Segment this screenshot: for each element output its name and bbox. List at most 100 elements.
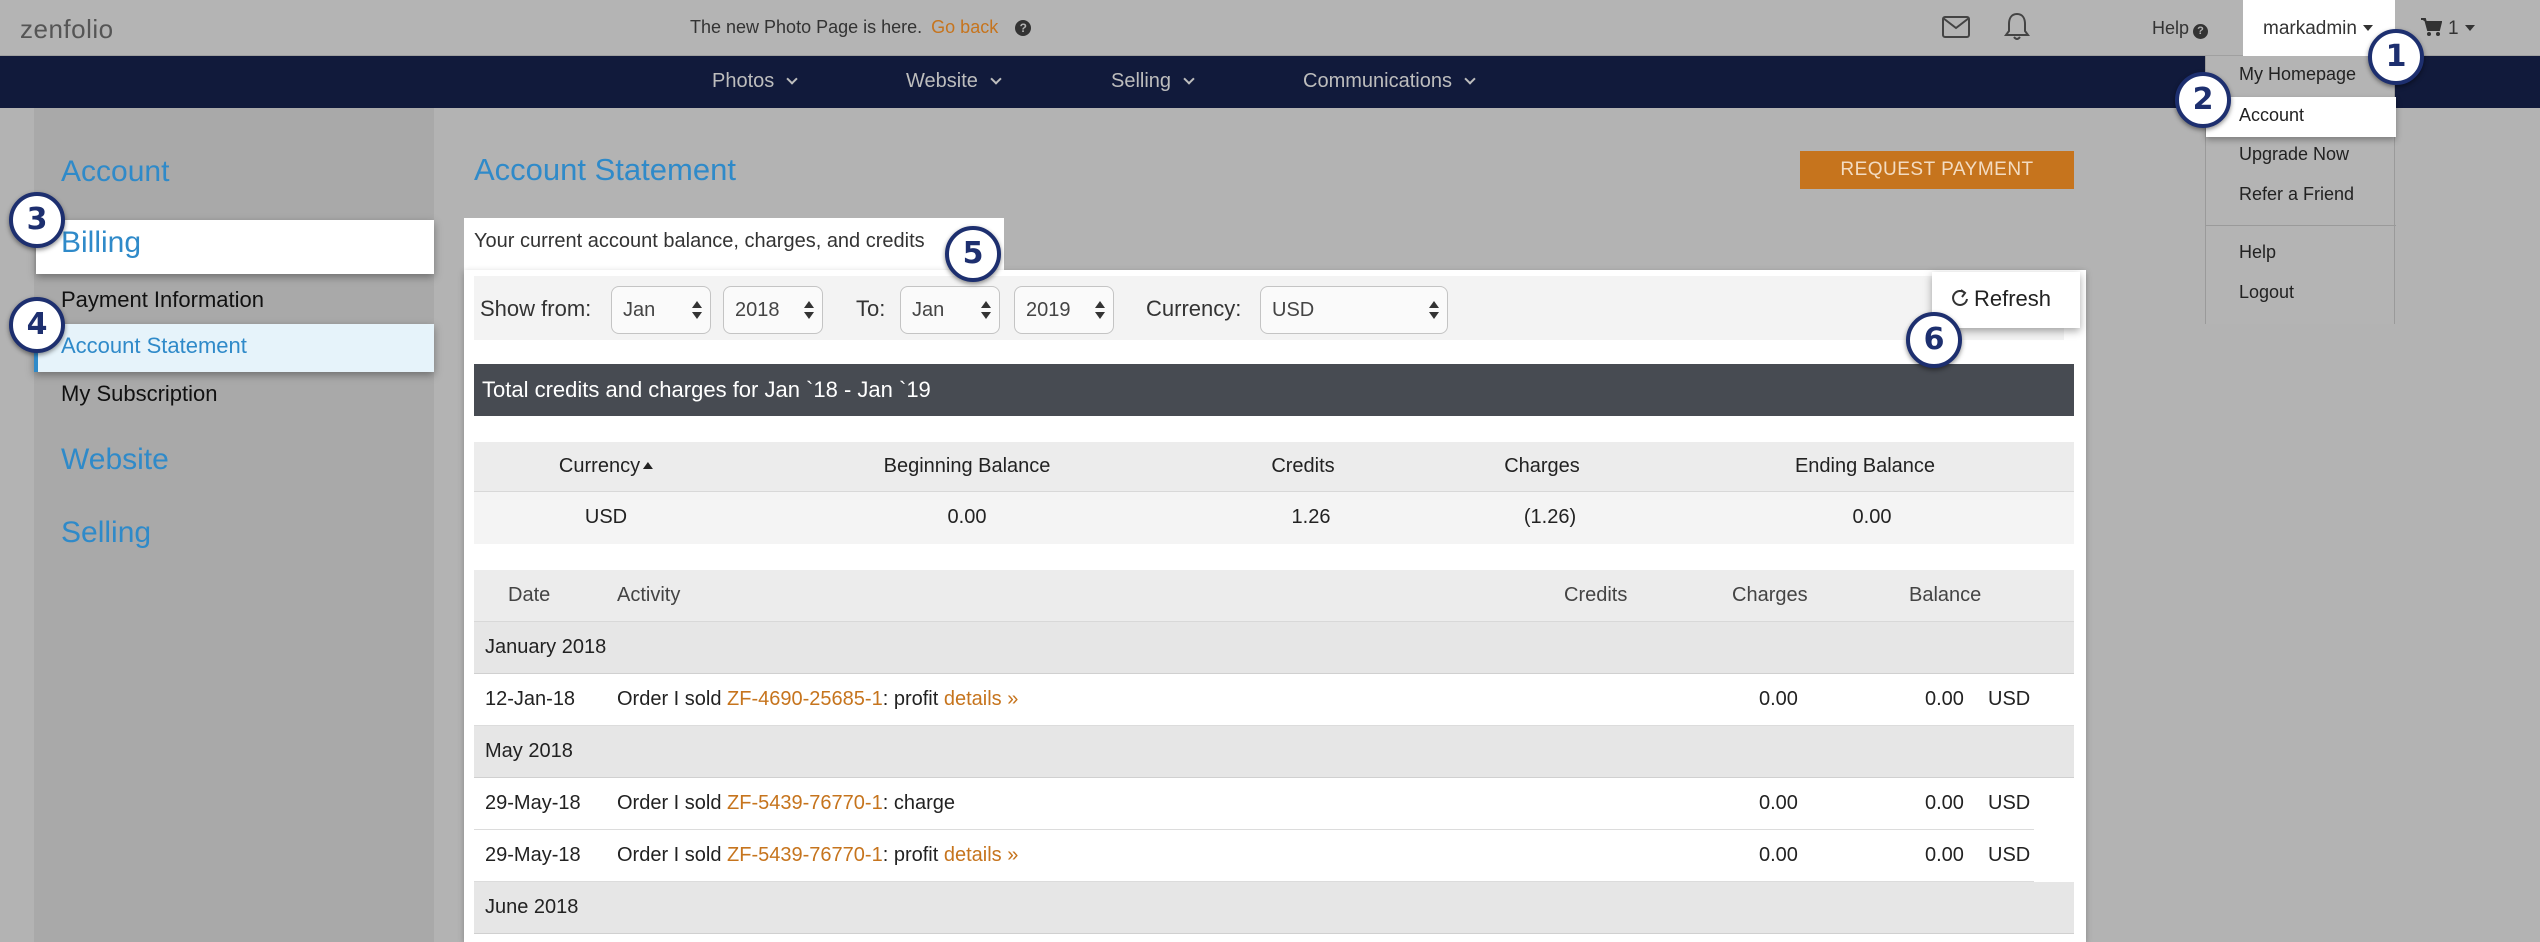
- chevron-down-icon: [786, 73, 798, 85]
- summary-row: USD 0.00 1.26 (1.26) 0.00: [474, 492, 2074, 544]
- row-date: 29-May-18: [485, 844, 581, 866]
- filter-row: Show from: Jan 2018 To: Jan 2019 Currenc…: [474, 276, 2064, 340]
- caret-down-icon: [2362, 25, 2373, 31]
- activity-table-header: Date Activity Credits Charges Balance: [474, 570, 2074, 622]
- top-bar: zenfolio The new Photo Page is here. Go …: [0, 0, 2540, 56]
- table-row: 29-May-18 Order I sold ZF-5439-76770-1: …: [474, 830, 2034, 882]
- step-callout-6: 6: [1906, 312, 1962, 368]
- step-callout-4: 4: [9, 297, 65, 353]
- step-callout-3: 3: [9, 192, 65, 248]
- menu-item-upgrade-now[interactable]: Upgrade Now: [2239, 144, 2349, 165]
- summary-charges: (1.26): [1523, 506, 1577, 528]
- step-callout-1: 1: [2368, 29, 2424, 85]
- sidebar-section-billing[interactable]: Billing: [61, 226, 141, 260]
- to-label: To:: [856, 296, 886, 321]
- menu-item-refer-a-friend[interactable]: Refer a Friend: [2239, 184, 2354, 205]
- row-currency: USD: [1988, 792, 2031, 814]
- summary-beginning-balance: 0.00: [947, 506, 987, 528]
- sidebar-item-my-subscription[interactable]: My Subscription: [61, 381, 218, 407]
- username: markadmin: [2263, 18, 2357, 39]
- month-label: January 2018: [485, 636, 607, 658]
- account-sidebar: Account Billing Payment Information Acco…: [34, 108, 434, 942]
- menu-item-account[interactable]: Account: [2239, 105, 2304, 126]
- column-header-charges: Charges: [1732, 584, 1808, 606]
- summary-currency: USD: [584, 506, 628, 528]
- order-link[interactable]: ZF-5439-76770-1: [727, 792, 883, 814]
- cart-icon: [2421, 18, 2443, 36]
- column-header-balance: Balance: [1909, 584, 1982, 606]
- select-arrows-icon: [1429, 299, 1439, 321]
- menu-item-logout[interactable]: Logout: [2239, 282, 2294, 303]
- month-group-row: June 2018: [474, 882, 2074, 934]
- show-from-label: Show from:: [480, 296, 592, 321]
- sidebar-section-website[interactable]: Website: [61, 443, 169, 477]
- month-label: June 2018: [485, 896, 579, 918]
- column-header-activity: Activity: [617, 584, 681, 606]
- details-link[interactable]: details »: [944, 688, 1019, 710]
- summary-ending-balance: 0.00: [1852, 506, 1892, 528]
- row-balance: 0.00: [1925, 844, 1964, 866]
- bell-icon[interactable]: [2004, 12, 2030, 42]
- currency-select[interactable]: USD: [1260, 286, 1448, 334]
- menu-item-my-homepage[interactable]: My Homepage: [2239, 64, 2356, 85]
- sidebar-section-account[interactable]: Account: [61, 155, 169, 189]
- column-header-credits: Credits: [1564, 584, 1628, 606]
- from-month-select[interactable]: Jan: [611, 286, 711, 334]
- step-callout-2: 2: [2175, 72, 2231, 128]
- nav-photos[interactable]: Photos: [712, 70, 798, 93]
- sidebar-section-selling[interactable]: Selling: [61, 516, 151, 550]
- step-callout-5: 5: [945, 226, 1001, 282]
- help-link[interactable]: Help?: [2152, 18, 2209, 39]
- month-group-row: January 2018: [474, 622, 2074, 674]
- select-arrows-icon: [981, 299, 991, 321]
- row-charges: 0.00: [1759, 844, 1798, 866]
- order-link[interactable]: ZF-5439-76770-1: [727, 844, 883, 866]
- row-charges: 0.00: [1759, 688, 1798, 710]
- chevron-down-icon: [1183, 73, 1195, 85]
- announcement-banner: The new Photo Page is here. Go back ?: [690, 17, 1032, 38]
- nav-communications[interactable]: Communications: [1303, 70, 1476, 93]
- row-activity: Order I sold ZF-5439-76770-1: profit det…: [617, 844, 1019, 866]
- to-month-select[interactable]: Jan: [900, 286, 1000, 334]
- menu-divider: [2206, 225, 2396, 226]
- chevron-down-icon: [990, 73, 1002, 85]
- sort-asc-icon: [643, 462, 654, 469]
- row-date: 29-May-18: [485, 792, 581, 814]
- select-arrows-icon: [692, 299, 702, 321]
- order-link[interactable]: ZF-4690-25685-1: [727, 688, 883, 710]
- row-balance: 0.00: [1925, 688, 1964, 710]
- request-payment-button[interactable]: REQUEST PAYMENT: [1800, 151, 2074, 189]
- details-link[interactable]: details »: [944, 844, 1019, 866]
- currency-label: Currency:: [1146, 296, 1242, 321]
- question-icon[interactable]: ?: [1015, 20, 1032, 36]
- table-row: 12-Jan-18 Order I sold ZF-4690-25685-1: …: [474, 674, 2074, 726]
- zenfolio-logo[interactable]: zenfolio: [20, 14, 114, 45]
- page-title: Account Statement: [474, 152, 736, 187]
- nav-selling[interactable]: Selling: [1111, 70, 1195, 93]
- go-back-link[interactable]: Go back: [931, 17, 998, 37]
- statement-panel: Show from: Jan 2018 To: Jan 2019 Currenc…: [464, 270, 2086, 942]
- menu-item-help[interactable]: Help: [2239, 242, 2276, 263]
- row-currency: USD: [1988, 844, 2031, 866]
- cart-button[interactable]: 1: [2420, 17, 2475, 40]
- month-label: May 2018: [485, 740, 573, 762]
- from-year-select[interactable]: 2018: [723, 286, 823, 334]
- mail-icon[interactable]: [1942, 16, 1970, 38]
- nav-website[interactable]: Website: [906, 70, 1002, 93]
- chevron-down-icon: [1464, 73, 1476, 85]
- sidebar-item-account-statement[interactable]: Account Statement: [61, 333, 247, 359]
- user-dropdown-menu: My Homepage Account Upgrade Now Refer a …: [2205, 56, 2396, 324]
- select-arrows-icon: [804, 299, 814, 321]
- select-arrows-icon: [1095, 299, 1105, 321]
- column-header-ending-balance: Ending Balance: [1794, 455, 1936, 477]
- announcement-text: The new Photo Page is here.: [690, 17, 923, 37]
- column-header-charges: Charges: [1504, 455, 1580, 477]
- question-icon: ?: [2193, 24, 2209, 39]
- sidebar-item-payment-information[interactable]: Payment Information: [61, 287, 264, 313]
- to-year-select[interactable]: 2019: [1014, 286, 1114, 334]
- intro-box: Your current account balance, charges, a…: [464, 218, 1004, 272]
- refresh-button[interactable]: Refresh: [1932, 272, 2080, 328]
- column-header-beginning-balance: Beginning Balance: [883, 455, 1051, 477]
- refresh-icon: [1952, 289, 1968, 306]
- column-header-currency[interactable]: Currency: [559, 455, 654, 478]
